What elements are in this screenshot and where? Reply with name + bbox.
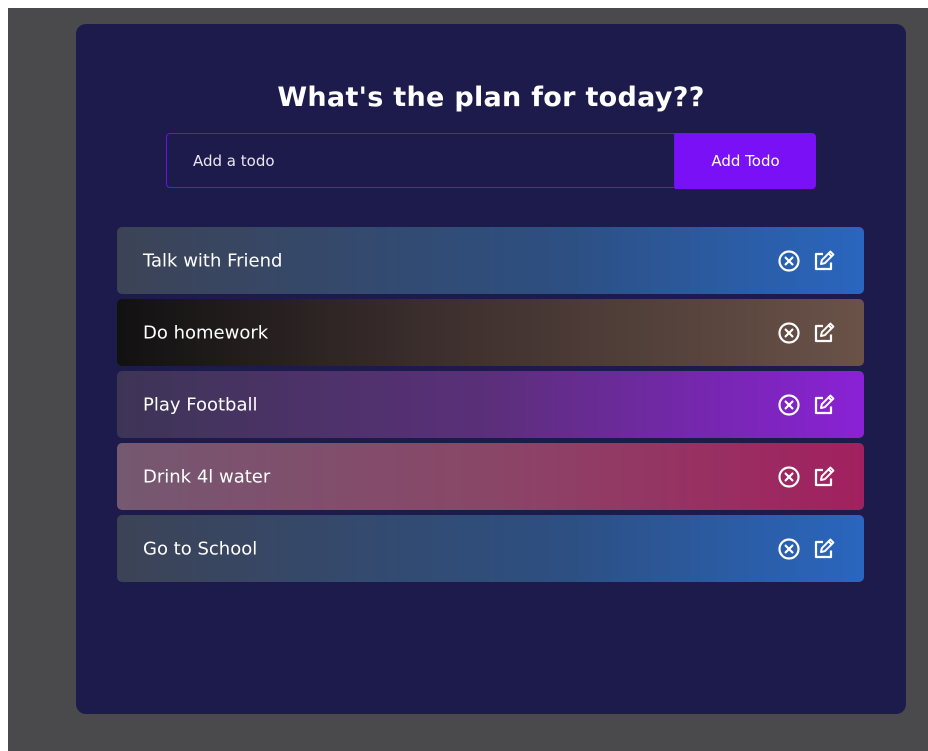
cropped-header-strip: [8, 0, 928, 8]
todo-input[interactable]: [166, 133, 675, 188]
todo-app: What's the plan for today?? Add Todo Tal…: [76, 24, 906, 714]
todo-text[interactable]: Play Football: [143, 394, 258, 415]
close-circle-icon[interactable]: [777, 393, 801, 417]
todo-row: Talk with Friend: [117, 227, 864, 294]
todo-row: Play Football: [117, 371, 864, 438]
todo-list: Talk with Friend Do homework Play Footba…: [117, 227, 864, 587]
edit-icon[interactable]: [812, 465, 836, 489]
todo-text[interactable]: Do homework: [143, 322, 268, 343]
close-circle-icon[interactable]: [777, 465, 801, 489]
todo-text[interactable]: Drink 4l water: [143, 466, 270, 487]
todo-row: Drink 4l water: [117, 443, 864, 510]
edit-icon[interactable]: [812, 321, 836, 345]
add-todo-button[interactable]: Add Todo: [675, 133, 816, 189]
close-circle-icon[interactable]: [777, 537, 801, 561]
todo-row: Do homework: [117, 299, 864, 366]
close-circle-icon[interactable]: [777, 321, 801, 345]
todo-row: Go to School: [117, 515, 864, 582]
page-title: What's the plan for today??: [277, 82, 705, 113]
todo-actions: [777, 465, 836, 489]
edit-icon[interactable]: [812, 393, 836, 417]
todo-form: Add Todo: [166, 133, 816, 189]
todo-actions: [777, 537, 836, 561]
edit-icon[interactable]: [812, 249, 836, 273]
todo-text[interactable]: Go to School: [143, 538, 257, 559]
close-circle-icon[interactable]: [777, 249, 801, 273]
todo-actions: [777, 393, 836, 417]
todo-text[interactable]: Talk with Friend: [143, 250, 282, 271]
todo-actions: [777, 249, 836, 273]
todo-actions: [777, 321, 836, 345]
edit-icon[interactable]: [812, 537, 836, 561]
